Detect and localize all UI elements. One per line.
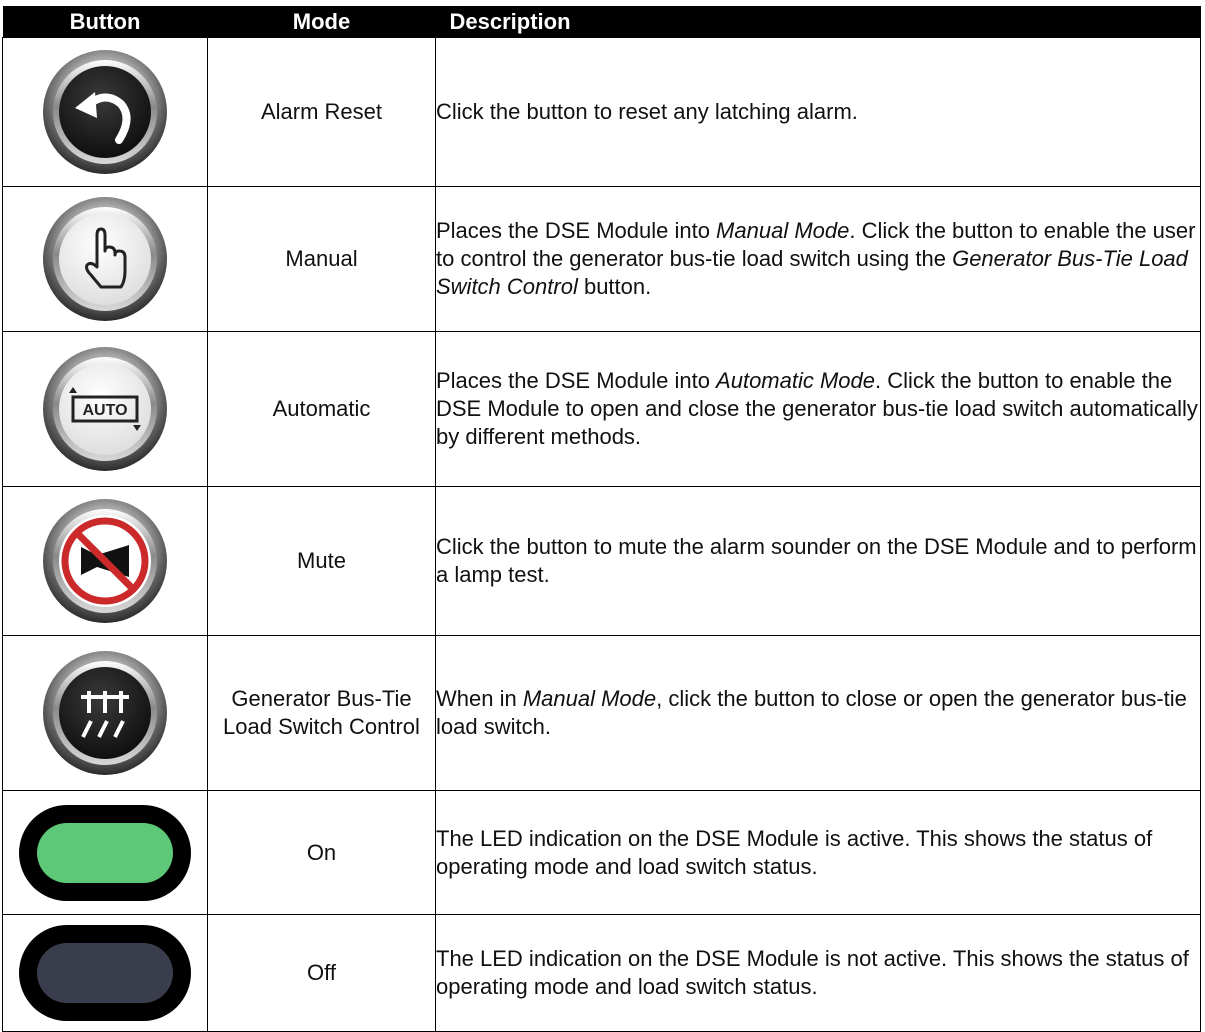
table-header-row: Button Mode Description bbox=[2, 6, 1201, 38]
description-text: Places the DSE Module into bbox=[436, 218, 717, 243]
mode-label: On bbox=[306, 839, 337, 865]
table-row: AUTO Automatic Places the DSE Module int… bbox=[2, 331, 1201, 487]
led-off-icon bbox=[19, 925, 191, 1021]
manual-hand-icon[interactable] bbox=[41, 195, 169, 323]
mode-cell: Mute bbox=[207, 486, 436, 636]
description-cell: When in Manual Mode, click the button to… bbox=[435, 635, 1201, 791]
mode-label: Manual bbox=[285, 246, 358, 271]
mode-label: Automatic bbox=[272, 396, 371, 421]
mode-cell: Off bbox=[207, 914, 436, 1032]
table-row: Alarm Reset Click the button to reset an… bbox=[2, 37, 1201, 187]
mode-cell: On bbox=[207, 790, 436, 915]
table-row: Off The LED indication on the DSE Module… bbox=[2, 914, 1201, 1032]
table-row: On The LED indication on the DSE Module … bbox=[2, 790, 1201, 915]
description-cell: Places the DSE Module into Manual Mode. … bbox=[435, 186, 1201, 332]
mode-cell: Alarm Reset bbox=[207, 37, 436, 187]
description-cell: Places the DSE Module into Automatic Mod… bbox=[435, 331, 1201, 487]
mode-label: Off bbox=[307, 960, 336, 985]
mode-label: Generator Bus-Tie Load Switch Control bbox=[223, 686, 420, 739]
alarm-reset-icon[interactable] bbox=[41, 48, 169, 176]
table-row: Manual Places the DSE Module into Manual… bbox=[2, 186, 1201, 332]
description-text: The LED indication on the DSE Module is … bbox=[436, 946, 1189, 999]
description-emphasis: Manual Mode bbox=[522, 686, 657, 711]
bus-tie-switch-icon[interactable] bbox=[41, 649, 169, 777]
description-text: button. bbox=[577, 274, 652, 299]
mode-label: Mute bbox=[297, 548, 346, 573]
description-text: Click the button to mute the alarm sound… bbox=[436, 534, 1197, 587]
header-description: Description bbox=[435, 6, 1201, 38]
button-cell: AUTO bbox=[2, 331, 208, 487]
button-cell bbox=[2, 486, 208, 636]
button-reference-table: Button Mode Description Alarm Reset Clic… bbox=[2, 6, 1201, 1032]
description-cell: Click the button to mute the alarm sound… bbox=[435, 486, 1201, 636]
description-cell: The LED indication on the DSE Module is … bbox=[435, 914, 1201, 1032]
table-row: Generator Bus-Tie Load Switch Control Wh… bbox=[2, 635, 1201, 791]
description-emphasis: Automatic Mode bbox=[716, 368, 876, 393]
mute-icon[interactable] bbox=[41, 497, 169, 625]
description-text: When in bbox=[436, 686, 523, 711]
description-text: The LED indication on the DSE Module is … bbox=[436, 825, 1153, 879]
header-mode: Mode bbox=[207, 6, 436, 38]
description-text: Click the button to reset any latching a… bbox=[436, 99, 858, 124]
table-row: Mute Click the button to mute the alarm … bbox=[2, 486, 1201, 636]
button-cell bbox=[2, 635, 208, 791]
description-cell: Click the button to reset any latching a… bbox=[435, 37, 1201, 187]
mode-cell: Automatic bbox=[207, 331, 436, 487]
mode-cell: Manual bbox=[207, 186, 436, 332]
button-cell bbox=[2, 37, 208, 187]
led-on-icon bbox=[19, 804, 191, 901]
header-button: Button bbox=[2, 6, 208, 38]
mode-cell: Generator Bus-Tie Load Switch Control bbox=[207, 635, 436, 791]
description-cell: The LED indication on the DSE Module is … bbox=[435, 790, 1201, 915]
mode-label: Alarm Reset bbox=[260, 99, 383, 124]
auto-icon-text: AUTO bbox=[82, 402, 127, 419]
description-text: Places the DSE Module into bbox=[436, 368, 717, 393]
description-emphasis: Manual Mode bbox=[716, 218, 850, 243]
button-cell bbox=[2, 790, 208, 915]
button-cell bbox=[2, 914, 208, 1032]
button-cell bbox=[2, 186, 208, 332]
auto-mode-icon[interactable]: AUTO bbox=[41, 345, 169, 473]
